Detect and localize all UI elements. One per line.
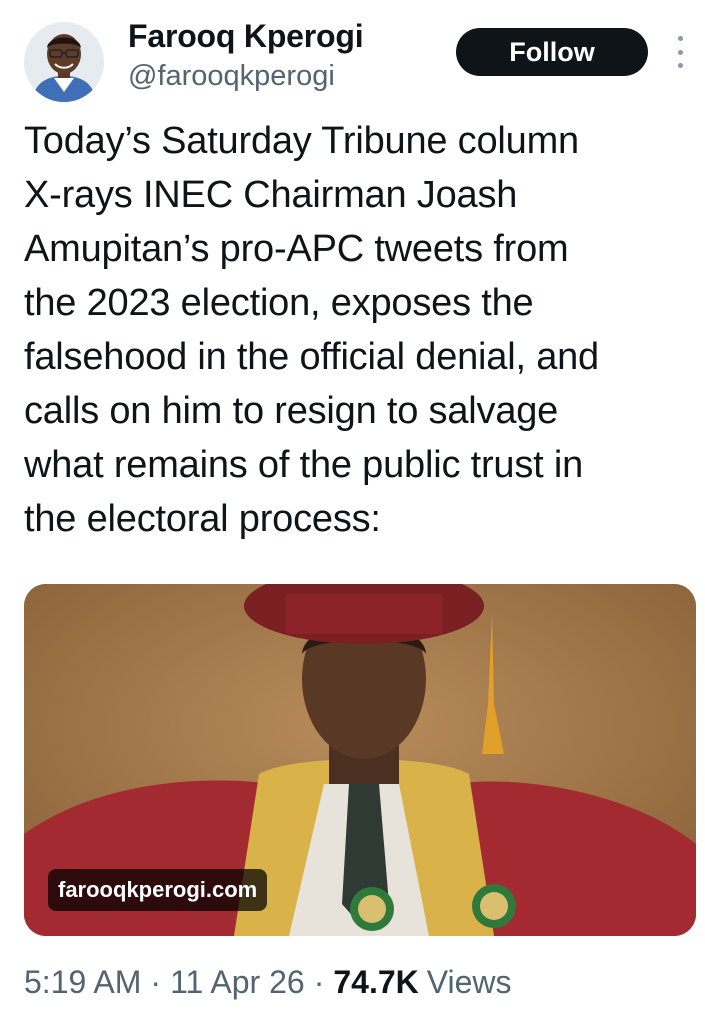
tweet-time[interactable]: 5:19 AM — [24, 964, 141, 1001]
more-dot — [677, 36, 683, 41]
more-options-icon[interactable] — [670, 36, 690, 68]
tweet-text: Today’s Saturday Tribune column X-rays I… — [24, 120, 599, 540]
more-dot — [677, 63, 683, 68]
tweet-meta: 5:19 AM · 11 Apr 26 · 74.7K Views — [24, 964, 512, 1001]
more-dot — [677, 49, 683, 55]
follow-button[interactable]: Follow — [456, 28, 648, 76]
meta-separator: · — [313, 964, 325, 1000]
views-count[interactable]: 74.7K — [333, 964, 418, 1001]
author-name[interactable]: Farooq Kperogi — [128, 18, 364, 55]
tweet-card: Farooq Kperogi @farooqkperogi Follow Tod… — [0, 0, 705, 1021]
tweet-date[interactable]: 11 Apr 26 — [170, 964, 305, 1001]
author-handle[interactable]: @farooqkperogi — [128, 60, 335, 93]
tweet-media-image[interactable]: farooqkperogi.com — [24, 584, 696, 936]
avatar-photo — [24, 22, 104, 102]
media-watermark: farooqkperogi.com — [48, 869, 268, 911]
meta-separator: · — [150, 964, 162, 1000]
views-label[interactable]: Views — [427, 964, 512, 1001]
author-avatar[interactable] — [24, 22, 104, 102]
